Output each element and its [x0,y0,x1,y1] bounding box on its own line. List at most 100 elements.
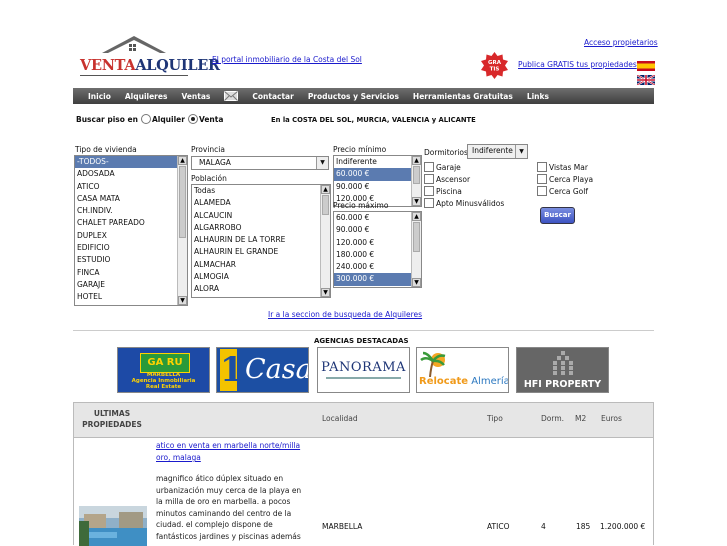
nav-alquileres[interactable]: Alquileres [125,92,168,101]
list-option[interactable]: ALHAURIN DE LA TORRE [192,234,330,246]
property-thumbnail[interactable] [79,506,147,546]
dormitorios-select[interactable]: Indiferente ▼ [467,144,528,159]
list-option[interactable]: 60.000 € [334,212,421,224]
agency-panorama-logo[interactable]: PANORAMA [317,347,410,393]
list-option[interactable]: 180.000 € [334,249,421,261]
check-piscina-label: Piscina [436,186,462,196]
tipo-listbox[interactable]: -TODOS- ADOSADA ATICO CASA MATA CH.INDIV. CHA… [74,155,188,306]
mail-icon[interactable] [224,91,239,101]
search-button[interactable]: Buscar [540,207,575,224]
relocate-word2: Almería [471,376,509,387]
property-title-link[interactable]: atico en venta en marbella norte/milla o… [156,440,300,464]
owner-access-link[interactable]: Acceso propietarios [584,38,658,47]
nav-contactar[interactable]: Contactar [252,92,293,101]
list-option[interactable]: ATICO [75,181,187,193]
list-option[interactable]: ALMACHAR [192,259,330,271]
nav-herramientas[interactable]: Herramientas Gratuitas [413,92,513,101]
hfi-name: HFI PROPERTY [523,379,602,390]
check-ascensor[interactable] [424,174,434,184]
tagline-link[interactable]: El portal inmobiliario de la Costa del S… [212,55,362,64]
poblacion-scrollbar[interactable]: ▲ ▼ [320,185,330,297]
list-option[interactable]: DUPLEX [75,230,187,242]
list-option[interactable]: ALCAUCIN [192,210,330,222]
list-option[interactable]: 240.000 € [334,261,421,273]
check-cerca-golf[interactable] [537,186,547,196]
svg-text:TIS: TIS [490,67,500,73]
list-option[interactable]: ALAMEDA [192,197,330,209]
nav-links[interactable]: Links [527,92,549,101]
nav-inicio[interactable]: Inicio [88,92,111,101]
chevron-down-icon[interactable]: ▼ [316,157,328,169]
list-option[interactable]: GARAJE [75,279,187,291]
tipo-scrollbar[interactable]: ▲ ▼ [177,156,187,305]
provincia-label: Provincia [191,145,225,154]
tipo-label: Tipo de vivienda [75,145,137,154]
gratis-badge-icon: GRA TIS [481,52,508,79]
region-text: En la COSTA DEL SOL, MURCIA, VALENCIA y … [271,116,476,124]
main-nav: Inicio Alquileres Ventas Contactar Produ… [73,88,654,104]
list-option[interactable]: CASA MATA [75,193,187,205]
list-option[interactable]: HOTEL [75,291,187,303]
list-option[interactable]: 120.000 € [334,237,421,249]
precio-max-scrollbar[interactable]: ▲ ▼ [411,212,421,287]
list-option[interactable]: CHALET PAREADO [75,217,187,229]
list-option[interactable]: ALGARROBO [192,222,330,234]
list-option[interactable]: ALMOGIA [192,271,330,283]
desc-line: fantásticos jardines y piscinas además [156,531,301,541]
check-cerca-playa[interactable] [537,174,547,184]
precio-max-label: Precio máximo [333,201,389,210]
agency-1casa-logo[interactable]: 1 Casa [216,347,309,393]
precio-min-listbox[interactable]: Indiferente 60.000 €90.000 €120.000 € ▲ ▼ [333,155,422,207]
agency-hfi-logo[interactable]: HFI PROPERTY [516,347,609,393]
list-option[interactable]: 90.000 € [334,181,421,193]
site-logo[interactable]: VENTAALQUILER [80,35,220,76]
precio-min-label: Precio mínimo [333,145,387,154]
check-vistas-mar-label: Vistas Mar [549,162,588,172]
agency-relocate-logo[interactable]: Relocate Almería [416,347,509,393]
agency-garu-logo[interactable]: GA RU MARBELLA Agencia Inmobiliaria Real… [117,347,210,393]
search-label: Buscar piso en [76,114,138,124]
header-dorm: Dorm. [541,414,565,423]
publish-free-link[interactable]: Publica GRATIS tus propiedades [518,60,637,69]
list-option[interactable]: Todas [192,185,330,197]
spain-flag-icon[interactable] [637,61,655,71]
chevron-down-icon[interactable]: ▼ [515,145,527,158]
panorama-name: PANORAMA [321,360,406,375]
garu-sub3: Real Estate [145,384,182,390]
nav-productos[interactable]: Productos y Servicios [308,92,399,101]
uk-flag-icon[interactable] [637,75,655,85]
list-option[interactable]: ADOSADA [75,168,187,180]
radio-venta[interactable] [187,114,198,124]
radio-alquiler[interactable] [140,114,151,124]
list-option[interactable]: ALHAURIN EL GRANDE [192,246,330,258]
list-option[interactable]: -TODOS- [75,156,187,169]
check-garaje-label: Garaje [436,162,461,172]
check-garaje[interactable] [424,162,434,172]
list-option[interactable]: 90.000 € [334,224,421,236]
house-logo-icon [102,36,166,53]
precio-min-scrollbar[interactable]: ▲ ▼ [411,156,421,206]
check-minusvalidos[interactable] [424,198,434,208]
poblacion-listbox[interactable]: Todas ALAMEDA ALCAUCIN ALGARROBO ALHAURIN DE… [191,184,331,298]
nav-ventas[interactable]: Ventas [181,92,210,101]
list-option[interactable]: CH.INDIV. [75,205,187,217]
cell-euros: 1.200.000 € [600,522,646,531]
check-vistas-mar[interactable] [537,162,547,172]
list-option[interactable]: ALORA [192,283,330,295]
precio-max-listbox[interactable]: 60.000 €90.000 €120.000 €180.000 €240.00… [333,211,422,288]
desc-line: la milla de oro en marbella. a pocos [156,497,291,506]
unocasa-number: 1 [220,349,244,391]
list-option[interactable]: Indiferente [334,156,421,168]
list-option[interactable]: 300.000 € [334,273,421,286]
cell-tipo: ATICO [487,522,510,531]
property-title-line2: oro, malaga [156,453,201,462]
header-m2: M2 [575,414,587,423]
list-option[interactable]: 60.000 € [334,168,421,181]
check-piscina[interactable] [424,186,434,196]
alquileres-search-link[interactable]: Ir a la seccion de busqueda de Alquilere… [268,310,422,319]
list-option[interactable]: EDIFICIO [75,242,187,254]
header-title-1: ULTIMAS [93,409,131,418]
provincia-select[interactable]: MALAGA ▼ [191,156,329,170]
list-option[interactable]: ESTUDIO [75,254,187,266]
list-option[interactable]: FINCA [75,267,187,279]
